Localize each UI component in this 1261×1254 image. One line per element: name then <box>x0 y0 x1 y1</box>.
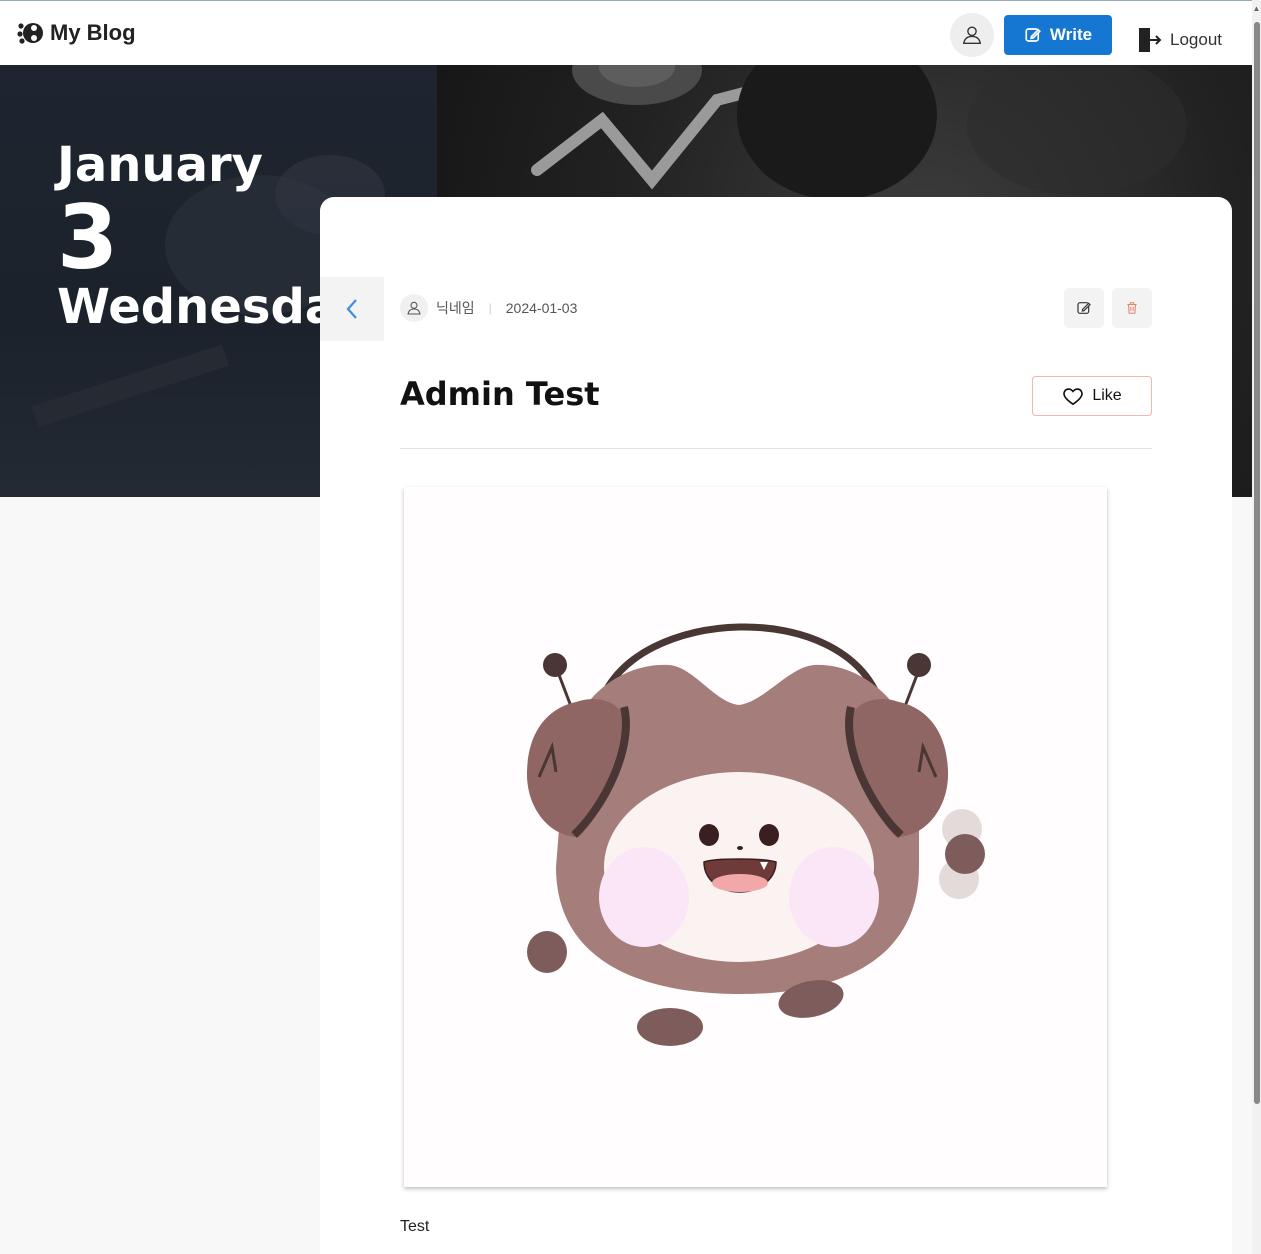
like-label: Like <box>1092 387 1122 404</box>
post-card: 닉네임 | 2024-01-03 Admin Test Like Test <box>320 197 1232 1254</box>
scroll-up-arrow-icon[interactable]: ▲ <box>1252 4 1261 13</box>
blog-logo-icon <box>17 23 43 44</box>
post-meta: 닉네임 | 2024-01-03 <box>400 294 577 322</box>
title-divider <box>400 448 1152 449</box>
page-scrollbar[interactable]: ▲ <box>1252 0 1261 1254</box>
back-button[interactable] <box>320 277 384 341</box>
edit-post-button[interactable] <box>1064 288 1104 328</box>
write-button-label: Write <box>1049 25 1093 44</box>
delete-post-button[interactable] <box>1112 288 1152 328</box>
edit-icon <box>1077 302 1091 314</box>
logout-label: Logout <box>1170 30 1222 49</box>
write-button[interactable]: Write <box>1004 15 1112 55</box>
logo[interactable]: My Blog <box>16 19 136 47</box>
user-icon <box>407 301 421 315</box>
meta-separator: | <box>488 301 492 315</box>
author-name: 닉네임 <box>436 300 475 316</box>
user-icon <box>962 26 982 44</box>
edit-icon <box>1025 28 1041 42</box>
post-date: 2024-01-03 <box>505 300 578 316</box>
like-button[interactable]: Like <box>1032 376 1152 416</box>
top-navbar: My Blog Write Logout <box>0 0 1252 65</box>
chevron-left-icon <box>346 299 357 319</box>
post-actions <box>1064 288 1152 328</box>
heart-icon <box>1063 388 1084 406</box>
logo-text: My Blog <box>50 20 136 45</box>
post-image <box>404 487 1107 1187</box>
mascot-illustration <box>526 623 985 1046</box>
author-avatar <box>400 294 428 322</box>
post-title: Admin Test <box>400 375 600 413</box>
trash-icon <box>1127 302 1137 314</box>
scroll-thumb[interactable] <box>1254 22 1260 1104</box>
logout-icon <box>1139 28 1162 52</box>
logout-button[interactable]: Logout <box>1136 16 1222 54</box>
profile-button[interactable] <box>950 13 994 57</box>
post-body: Test <box>400 1218 430 1235</box>
